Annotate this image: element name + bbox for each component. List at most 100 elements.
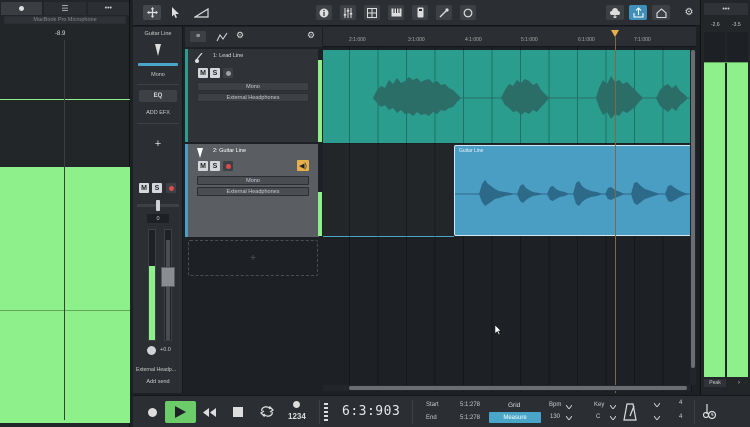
meter-mode-button[interactable]: Peak bbox=[704, 379, 726, 387]
keyboard-button[interactable] bbox=[388, 5, 404, 20]
settings-button[interactable]: ⚙ bbox=[681, 5, 697, 20]
bpm-chevron-icon[interactable] bbox=[566, 416, 572, 420]
timeline-ruler[interactable]: 2:1:000 3:1:000 4:1:000 5:1:000 6:1:000 … bbox=[323, 27, 696, 47]
playhead-line bbox=[615, 37, 616, 393]
upload-button[interactable] bbox=[629, 5, 647, 20]
key-label: Key bbox=[594, 402, 605, 408]
pan-handle[interactable] bbox=[156, 200, 160, 211]
volume-fader-handle[interactable] bbox=[161, 267, 175, 287]
track-2-record-button[interactable] bbox=[223, 161, 233, 171]
tuner-button[interactable] bbox=[436, 5, 452, 20]
track-1-solo-button[interactable]: S bbox=[210, 68, 220, 78]
key-value[interactable]: C bbox=[596, 414, 600, 420]
grid-button[interactable] bbox=[364, 5, 380, 20]
home-button[interactable] bbox=[652, 5, 670, 20]
track-2-mode-select[interactable]: Mono bbox=[197, 176, 309, 185]
remote-button[interactable] bbox=[412, 5, 428, 20]
track-2-speaker-button[interactable]: ◀) bbox=[297, 160, 309, 171]
stop-button[interactable] bbox=[229, 404, 246, 420]
add-track-symbol: + bbox=[250, 252, 256, 264]
input-panel-tabs: ☰ ••• bbox=[0, 2, 130, 15]
output-meter-right-fill bbox=[727, 62, 748, 377]
fade-tool-button[interactable] bbox=[191, 5, 211, 20]
channel-solo-button[interactable]: S bbox=[152, 183, 162, 193]
record-button[interactable] bbox=[144, 404, 161, 420]
channel-meter-left-fill bbox=[149, 266, 155, 340]
track-headers: ≡ ⚙ ⚙ 1: Lead Line M S Mono External Hea… bbox=[185, 27, 322, 393]
track-1-name: 1: Lead Line bbox=[213, 53, 244, 59]
count-in-button[interactable]: 1234 bbox=[285, 400, 309, 424]
grid-select[interactable]: Measure bbox=[489, 412, 541, 423]
track-2-mode: Mono bbox=[246, 177, 260, 184]
add-track-button[interactable]: + bbox=[188, 240, 318, 276]
track-header-2[interactable]: 2: Guitar Line M S ◀) Mono External Head… bbox=[185, 144, 319, 237]
key-chevron-icon[interactable] bbox=[610, 405, 616, 409]
play-button[interactable] bbox=[165, 401, 196, 423]
guitar-line-clip[interactable]: Guitar Line bbox=[454, 145, 696, 236]
key-chevron-icon[interactable] bbox=[610, 416, 616, 420]
input-device-select[interactable]: MacBook Pro Microphone bbox=[4, 16, 126, 24]
time-signature-top[interactable]: 4 bbox=[679, 400, 682, 406]
track-view-button[interactable]: ≡ bbox=[190, 31, 206, 42]
playhead-marker-icon[interactable] bbox=[611, 30, 619, 37]
channel-mode: Mono bbox=[151, 72, 165, 78]
track-1-mute-button[interactable]: M bbox=[198, 68, 208, 78]
track-2-name: 2: Guitar Line bbox=[213, 148, 247, 154]
mixer-button[interactable] bbox=[340, 5, 356, 20]
loop-toggle-button[interactable] bbox=[257, 403, 277, 420]
bpm-value[interactable]: 130 bbox=[550, 414, 560, 420]
track-2-mute-button[interactable]: M bbox=[198, 161, 208, 171]
track-2-solo-button[interactable]: S bbox=[210, 161, 220, 171]
loop-button[interactable] bbox=[460, 5, 476, 20]
lead-line-waveform bbox=[373, 76, 696, 119]
track-header-1[interactable]: 1: Lead Line M S Mono External Headphone… bbox=[185, 49, 319, 142]
track-1-output-select[interactable]: External Headphones bbox=[197, 93, 309, 102]
time-signature-bottom[interactable]: 4 bbox=[679, 414, 682, 420]
ruler-mark: 4:1:000 bbox=[465, 37, 482, 43]
channel-gain-knob[interactable] bbox=[147, 346, 156, 355]
vertical-scroll-thumb[interactable] bbox=[691, 50, 695, 368]
pointer-icon bbox=[171, 7, 179, 18]
metronome-icon[interactable] bbox=[623, 403, 637, 421]
sig-chevron-icon[interactable] bbox=[654, 403, 660, 407]
end-value[interactable]: 5:1:278 bbox=[460, 415, 480, 421]
bpm-chevron-icon[interactable] bbox=[566, 405, 572, 409]
tab-input[interactable] bbox=[1, 2, 43, 15]
output-expand-button[interactable]: › bbox=[731, 379, 747, 387]
tab-list[interactable]: ☰ bbox=[44, 2, 86, 15]
add-send-button[interactable]: Add send bbox=[139, 377, 177, 387]
timeline-horizontal-scrollbar[interactable] bbox=[323, 385, 691, 391]
output-panel-tab[interactable]: ••• bbox=[704, 3, 748, 15]
horizontal-scroll-thumb[interactable] bbox=[349, 386, 687, 390]
pointer-tool-button[interactable] bbox=[167, 5, 183, 20]
track-1-monitor-button[interactable] bbox=[223, 68, 233, 78]
upload-icon bbox=[632, 7, 644, 18]
track-2-output-select[interactable]: External Headphones bbox=[197, 187, 309, 196]
channel-output[interactable]: External Headp... bbox=[136, 367, 182, 373]
eq-button[interactable]: EQ bbox=[139, 90, 177, 102]
timeline-settings-icon[interactable]: ⚙ bbox=[307, 30, 315, 41]
track-2-level-strip bbox=[318, 144, 322, 236]
transport-divider-2 bbox=[412, 400, 413, 424]
pan-slider[interactable] bbox=[137, 200, 179, 211]
track-1-mode-select[interactable]: Mono bbox=[197, 82, 309, 91]
track-2-output: External Headphones bbox=[226, 188, 280, 195]
sig-chevron-icon[interactable] bbox=[654, 416, 660, 420]
cloud-button[interactable] bbox=[606, 5, 624, 20]
microphone-icon bbox=[197, 148, 203, 158]
move-tool-button[interactable] bbox=[143, 5, 161, 20]
timeline-vertical-scrollbar[interactable] bbox=[690, 50, 696, 385]
add-insert-button[interactable]: + bbox=[150, 136, 166, 152]
timeline[interactable]: 2:1:000 3:1:000 4:1:000 5:1:000 6:1:000 … bbox=[323, 27, 696, 393]
rewind-button[interactable] bbox=[201, 404, 218, 420]
track-settings-icon[interactable]: ⚙ bbox=[236, 30, 244, 41]
add-efx-button[interactable]: ADD EFX bbox=[139, 107, 177, 119]
channel-mute-button[interactable]: M bbox=[139, 183, 149, 193]
info-button[interactable] bbox=[316, 5, 332, 20]
start-value[interactable]: 5:1:278 bbox=[460, 402, 480, 408]
automation-icon[interactable] bbox=[216, 32, 228, 42]
channel-record-button[interactable] bbox=[166, 183, 176, 193]
tempo-settings-icon[interactable] bbox=[703, 403, 717, 420]
remote-icon bbox=[417, 7, 423, 18]
tab-more[interactable]: ••• bbox=[87, 2, 129, 15]
